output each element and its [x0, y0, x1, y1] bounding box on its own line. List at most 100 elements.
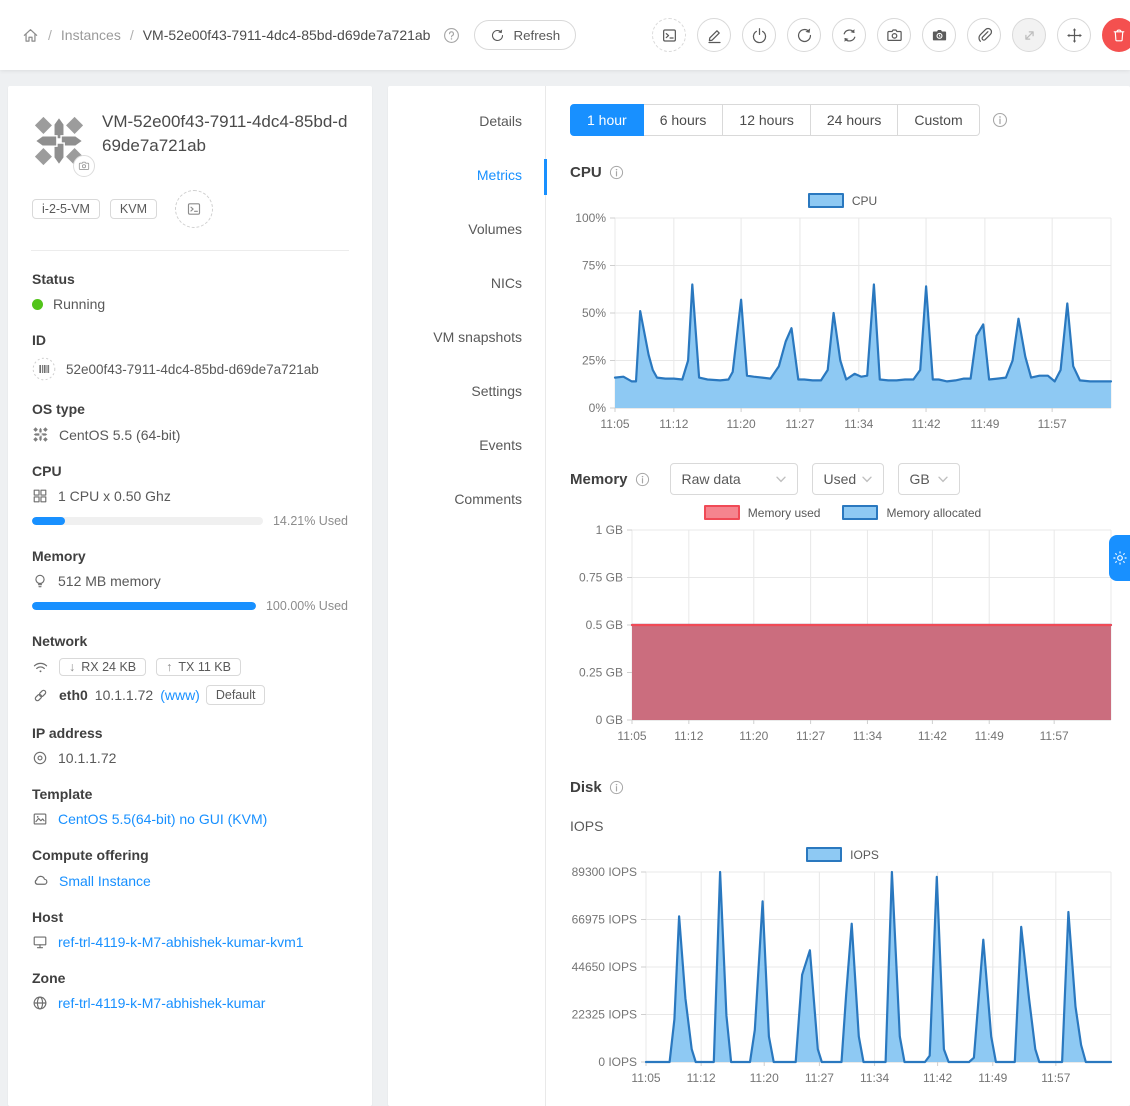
legend-item[interactable]: Memory allocated [842, 505, 981, 520]
nic-name: eth0 [59, 687, 88, 703]
console-access-button[interactable] [175, 190, 213, 228]
cpu-value: 1 CPU x 0.50 Ghz [58, 488, 171, 504]
svg-text:11:49: 11:49 [978, 1071, 1007, 1085]
zone-section: Zone ref-trl-4119-k-M7-abhishek-kumar [32, 970, 348, 1011]
svg-text:11:20: 11:20 [727, 417, 756, 431]
info-icon[interactable] [635, 472, 650, 487]
svg-text:11:12: 11:12 [674, 729, 703, 743]
take-snapshot-button[interactable] [877, 18, 911, 52]
link-icon [32, 687, 49, 704]
legend-item[interactable]: Memory used [704, 505, 821, 520]
breadcrumb-separator: / [130, 27, 134, 43]
info-icon[interactable] [992, 112, 1008, 128]
zone-link[interactable]: ref-trl-4119-k-M7-abhishek-kumar [58, 995, 265, 1011]
template-link[interactable]: CentOS 5.5(64-bit) no GUI (KVM) [58, 811, 267, 827]
legend-item[interactable]: CPU [808, 193, 877, 208]
status-dot [32, 299, 43, 310]
tab-vm-snapshots[interactable]: VM snapshots [433, 329, 522, 349]
tab-volumes[interactable]: Volumes [468, 221, 522, 241]
rx-pill: ↓RX 24 KB [59, 658, 146, 676]
vm-tag: i-2-5-VM [32, 199, 100, 219]
time-range-group: 1 hour6 hours12 hours24 hoursCustom [570, 104, 980, 136]
reboot-button[interactable] [787, 18, 821, 52]
os-icon [32, 426, 49, 443]
info-icon[interactable] [609, 165, 624, 180]
time-range-1-hour[interactable]: 1 hour [570, 104, 644, 136]
cpu-progress-bar [32, 517, 263, 525]
action-toolbar [652, 18, 1130, 52]
memory-used-label: 100.00% Used [266, 599, 348, 613]
network-label: Network [32, 633, 348, 649]
legend-label: Memory used [748, 506, 821, 520]
svg-text:11:42: 11:42 [923, 1071, 952, 1085]
time-range-6-hours[interactable]: 6 hours [644, 104, 724, 136]
globe-icon [32, 995, 48, 1011]
svg-text:0 GB: 0 GB [596, 713, 623, 727]
memory-unit-select[interactable]: GB [898, 463, 960, 495]
template-section: Template CentOS 5.5(64-bit) no GUI (KVM) [32, 786, 348, 827]
zone-label: Zone [32, 970, 348, 986]
os-section: OS type CentOS 5.5 (64-bit) [32, 401, 348, 443]
settings-float-button[interactable] [1109, 535, 1130, 581]
destroy-vm-button[interactable] [1102, 18, 1130, 52]
time-range-24-hours[interactable]: 24 hours [811, 104, 898, 136]
breadcrumb-instances[interactable]: Instances [61, 27, 121, 43]
attach-iso-button[interactable] [967, 18, 1001, 52]
legend-swatch [808, 193, 844, 208]
info-icon[interactable] [609, 780, 624, 795]
tab-metrics[interactable]: Metrics [477, 167, 522, 187]
camera-badge-icon[interactable] [73, 155, 95, 177]
tab-details[interactable]: Details [479, 113, 522, 133]
svg-text:25%: 25% [582, 354, 606, 368]
migrate-vm-button[interactable] [1057, 18, 1091, 52]
os-label: OS type [32, 401, 348, 417]
memory-chart-legend: Memory used Memory allocated [570, 505, 1115, 520]
iops-chart: IOPS 0 IOPS22325 IOPS44650 IOPS66975 IOPS… [570, 847, 1115, 1090]
edit-button[interactable] [697, 18, 731, 52]
legend-item[interactable]: IOPS [806, 847, 879, 862]
svg-text:11:20: 11:20 [750, 1071, 779, 1085]
svg-text:11:20: 11:20 [739, 729, 768, 743]
svg-text:11:42: 11:42 [911, 417, 940, 431]
svg-text:11:27: 11:27 [785, 417, 814, 431]
tab-settings[interactable]: Settings [471, 383, 522, 403]
scale-vm-button [1012, 18, 1046, 52]
gear-icon [1112, 550, 1128, 566]
status-value: Running [53, 296, 105, 312]
svg-text:11:27: 11:27 [796, 729, 825, 743]
iops-plot: 0 IOPS22325 IOPS44650 IOPS66975 IOPS8930… [570, 864, 1115, 1090]
cpu-icon [32, 488, 48, 504]
cpu-label: CPU [32, 463, 348, 479]
memory-mode-select[interactable]: Used [812, 463, 884, 495]
tab-nics[interactable]: NICs [491, 275, 522, 295]
svg-text:11:34: 11:34 [853, 729, 882, 743]
refresh-label: Refresh [513, 28, 560, 43]
recurring-snapshot-button[interactable] [922, 18, 956, 52]
nic-network-link[interactable]: (www) [160, 687, 200, 703]
offering-link[interactable]: Small Instance [59, 873, 151, 889]
cpu-chart-title: CPU [570, 164, 1115, 181]
console-button[interactable] [652, 18, 686, 52]
time-range-custom[interactable]: Custom [898, 104, 979, 136]
svg-text:11:12: 11:12 [687, 1071, 716, 1085]
iops-chart-legend: IOPS [570, 847, 1115, 862]
vm-title: VM-52e00f43-7911-4dc4-85bd-d69de7a721ab [102, 110, 348, 168]
vm-info-card: VM-52e00f43-7911-4dc4-85bd-d69de7a721ab … [8, 86, 372, 1106]
vm-tag: KVM [110, 199, 157, 219]
home-icon[interactable] [22, 27, 39, 44]
memory-label: Memory [32, 548, 348, 564]
memory-metric-select[interactable]: Raw data [670, 463, 798, 495]
tab-comments[interactable]: Comments [454, 491, 522, 511]
host-link[interactable]: ref-trl-4119-k-M7-abhishek-kumar-kvm1 [58, 934, 304, 950]
svg-text:11:34: 11:34 [860, 1071, 889, 1085]
power-off-button[interactable] [742, 18, 776, 52]
id-section: ID 52e00f43-7911-4dc4-85bd-d69de7a721ab [32, 332, 348, 381]
tab-events[interactable]: Events [479, 437, 522, 457]
memory-chart-title: Memory [570, 471, 650, 488]
help-icon[interactable] [443, 27, 460, 44]
breadcrumb-separator: / [48, 27, 52, 43]
time-range-12-hours[interactable]: 12 hours [723, 104, 810, 136]
refresh-button[interactable]: Refresh [474, 20, 576, 50]
reinstall-button[interactable] [832, 18, 866, 52]
svg-text:50%: 50% [582, 306, 606, 320]
